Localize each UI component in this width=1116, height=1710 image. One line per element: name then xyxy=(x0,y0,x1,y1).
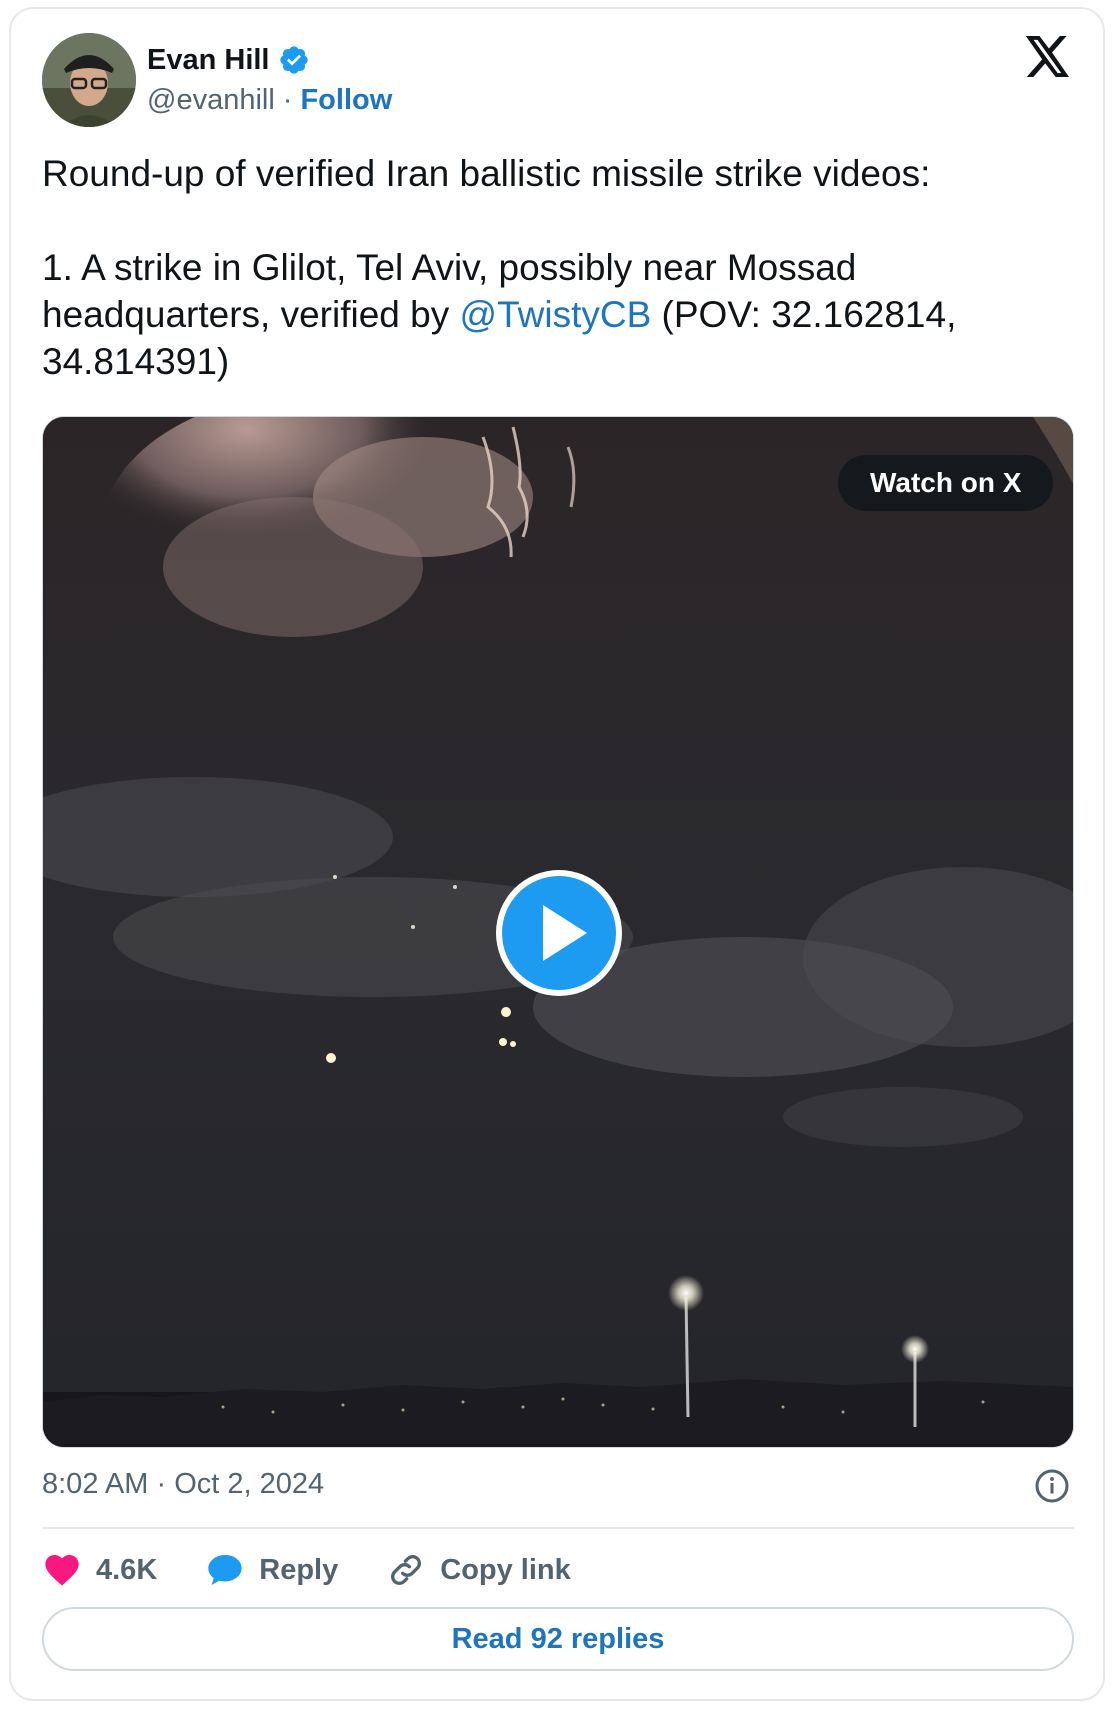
reply-button[interactable]: Reply xyxy=(205,1550,338,1590)
read-replies-button[interactable]: Read 92 replies xyxy=(42,1607,1074,1671)
link-icon xyxy=(391,1555,422,1585)
handle-separator: · xyxy=(282,84,293,116)
author-handle[interactable]: @evanhill xyxy=(147,84,275,117)
reply-bubble-icon xyxy=(208,1554,242,1585)
author-name-row: Evan Hill xyxy=(147,40,310,80)
timestamp-separator: · xyxy=(148,1468,175,1500)
copy-link-label: Copy link xyxy=(440,1553,571,1586)
avatar-photo xyxy=(42,33,136,127)
author-name[interactable]: Evan Hill xyxy=(147,44,270,77)
tweet-text: Round-up of verified Iran ballistic miss… xyxy=(42,150,1072,385)
x-logo-icon[interactable] xyxy=(1025,36,1071,78)
watch-on-x-button[interactable]: Watch on X xyxy=(838,455,1054,511)
heart-icon xyxy=(45,1555,79,1586)
author-handle-row: @evanhill · Follow xyxy=(147,84,392,117)
tweet-line-2: 1. A strike in Glilot, Tel Aviv, possibl… xyxy=(42,244,1072,385)
like-count: 4.6K xyxy=(96,1553,158,1586)
tweet-date: Oct 2, 2024 xyxy=(174,1468,325,1500)
tweet-timestamp[interactable]: 8:02 AM · Oct 2, 2024 xyxy=(42,1468,324,1501)
avatar[interactable] xyxy=(42,33,136,127)
tweet-line-1: Round-up of verified Iran ballistic miss… xyxy=(42,153,931,194)
reply-label: Reply xyxy=(259,1553,339,1586)
mention-link[interactable]: @TwistyCB xyxy=(460,294,652,335)
follow-button[interactable]: Follow xyxy=(300,84,392,117)
like-button[interactable]: 4.6K xyxy=(42,1550,157,1590)
copy-link-button[interactable]: Copy link xyxy=(386,1550,571,1590)
tweet-time: 8:02 AM xyxy=(42,1468,149,1500)
action-bar: 4.6K Reply Copy link xyxy=(42,1549,619,1591)
play-icon[interactable] xyxy=(493,867,625,999)
verified-badge-icon xyxy=(279,46,308,74)
video-player[interactable]: Watch on X xyxy=(42,416,1074,1448)
info-icon[interactable] xyxy=(1034,1468,1070,1504)
divider xyxy=(42,1527,1074,1529)
